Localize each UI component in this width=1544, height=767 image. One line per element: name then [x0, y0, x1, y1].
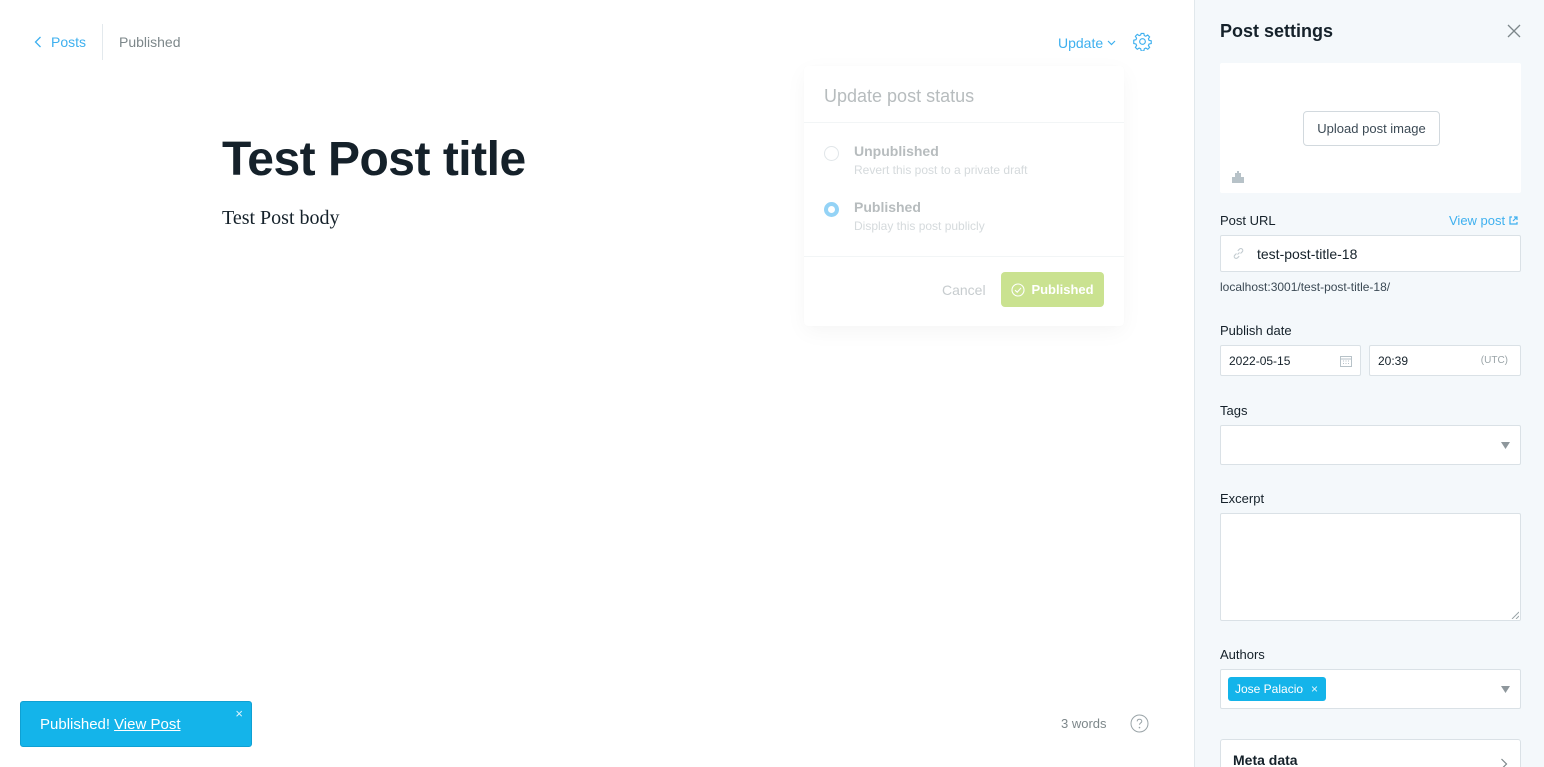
status-option-label: Published — [854, 199, 921, 215]
status-option-published[interactable]: Published Display this post publicly — [824, 199, 985, 233]
editor-breadcrumb: Posts Published — [34, 24, 181, 60]
upload-post-image-button[interactable]: Upload post image — [1303, 111, 1440, 146]
publish-date-label: Publish date — [1220, 323, 1292, 338]
publish-dropdown-divider — [804, 122, 1124, 123]
timezone-label: (UTC) — [1480, 355, 1508, 366]
calendar-icon[interactable] — [1340, 355, 1352, 367]
published-button[interactable]: Published — [1001, 272, 1104, 307]
toast-message: Published! — [40, 715, 111, 733]
authors-label: Authors — [1220, 647, 1265, 662]
editor-area: Posts Published Update Test Post title T… — [0, 0, 1194, 767]
image-icon[interactable] — [1231, 170, 1245, 184]
view-post-label: View post — [1449, 213, 1506, 228]
back-to-posts-label: Posts — [51, 34, 87, 50]
post-image-uploader: Upload post image — [1220, 63, 1521, 193]
chevron-left-icon — [34, 36, 41, 48]
author-name: Jose Palacio — [1235, 682, 1304, 696]
cancel-button[interactable]: Cancel — [942, 282, 986, 298]
external-link-icon — [1509, 216, 1518, 225]
status-option-description: Revert this post to a private draft — [854, 163, 1028, 177]
chevron-right-icon — [1501, 758, 1508, 767]
post-url-input[interactable] — [1257, 245, 1497, 262]
authors-select[interactable]: Jose Palacio × — [1220, 669, 1521, 709]
link-icon — [1233, 248, 1244, 259]
chevron-down-icon — [1107, 40, 1116, 46]
publish-date-field[interactable] — [1220, 345, 1361, 376]
publish-dropdown-divider — [804, 256, 1124, 257]
triangle-down-icon — [1501, 442, 1510, 449]
post-url-label: Post URL — [1220, 213, 1276, 228]
editor-actions: Update — [1058, 30, 1152, 56]
update-button[interactable]: Update — [1058, 35, 1116, 51]
toast-close-button[interactable]: × — [235, 706, 243, 721]
post-status: Published — [119, 34, 181, 50]
status-option-description: Display this post publicly — [854, 219, 985, 233]
meta-data-label: Meta data — [1233, 752, 1298, 767]
post-body[interactable]: Test Post body — [222, 207, 340, 230]
published-toast: Published! View Post × — [20, 701, 252, 747]
unpublished-radio[interactable] — [824, 146, 839, 161]
post-title[interactable]: Test Post title — [222, 132, 526, 187]
status-option-unpublished[interactable]: Unpublished Revert this post to a privat… — [824, 143, 1027, 177]
update-button-label: Update — [1058, 35, 1104, 51]
check-circle-icon — [1011, 282, 1025, 297]
published-radio[interactable] — [824, 202, 839, 217]
published-button-label: Published — [1031, 282, 1094, 297]
status-option-label: Unpublished — [854, 143, 939, 159]
tags-label: Tags — [1220, 403, 1248, 418]
post-settings-panel: Post settings Upload post image Post URL… — [1194, 0, 1544, 767]
publish-date-input[interactable] — [1229, 353, 1319, 368]
excerpt-textarea[interactable] — [1220, 513, 1521, 621]
publish-status-dropdown: Update post status Unpublished Revert th… — [804, 66, 1124, 326]
remove-author-button[interactable]: × — [1311, 682, 1318, 696]
excerpt-label: Excerpt — [1220, 491, 1265, 506]
publish-time-input[interactable] — [1378, 353, 1468, 368]
tags-select[interactable] — [1220, 425, 1521, 465]
publish-dropdown-title: Update post status — [824, 86, 975, 106]
view-post-link[interactable]: View post — [1449, 213, 1518, 228]
author-chip: Jose Palacio × — [1228, 677, 1327, 701]
toast-view-post-link[interactable]: View Post — [114, 716, 180, 733]
meta-data-section[interactable]: Meta data — [1220, 739, 1521, 767]
publish-time-field[interactable]: (UTC) — [1369, 345, 1521, 376]
settings-title: Post settings — [1220, 21, 1334, 41]
word-count: 3 words — [1061, 716, 1107, 731]
breadcrumb-divider — [102, 24, 104, 60]
close-icon[interactable] — [1507, 24, 1521, 38]
gear-icon[interactable] — [1133, 32, 1152, 51]
help-icon[interactable] — [1130, 714, 1149, 733]
triangle-down-icon — [1501, 686, 1510, 693]
post-url-preview: localhost:3001/test-post-title-18/ — [1220, 280, 1391, 294]
post-url-field[interactable] — [1220, 235, 1521, 272]
back-to-posts-link[interactable]: Posts — [34, 34, 86, 50]
